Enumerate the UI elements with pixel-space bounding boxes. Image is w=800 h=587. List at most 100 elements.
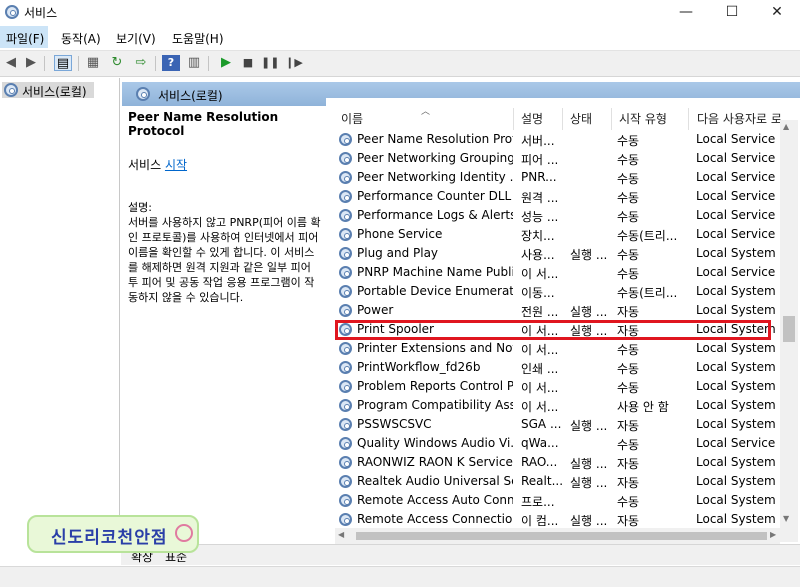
column-status[interactable]: 상태 xyxy=(570,110,592,127)
service-name: Realtek Audio Universal Ser... xyxy=(357,474,513,488)
properties-icon[interactable]: ▦ xyxy=(84,55,102,71)
service-row[interactable]: Peer Networking Identity ... PNR... 수동 Loca… xyxy=(337,168,777,187)
service-row[interactable]: RAONWIZ RAON K Service RAO... 실행 ... 자동 Loca… xyxy=(337,453,777,472)
service-row[interactable]: PrintWorkflow_fd26b 인쇄 ... 수동 Local System xyxy=(337,358,777,377)
scroll-right-icon[interactable]: ▶ xyxy=(770,530,776,539)
service-gear-icon xyxy=(339,209,352,222)
service-row[interactable]: Problem Reports Control P... 이 서... 수동 Loca… xyxy=(337,377,777,396)
show-console-tree-icon[interactable]: ▤ xyxy=(54,55,72,71)
service-description: 이 서... xyxy=(521,343,559,357)
start-service-line: 서비스 시작 xyxy=(128,156,324,173)
service-startup-type: 수동 xyxy=(617,381,640,395)
forward-arrow-icon[interactable]: ▶ xyxy=(22,55,40,71)
service-row[interactable]: Power 전원 ... 실행 ... 자동 Local System xyxy=(337,301,777,320)
console-tree: 서비스(로컬) xyxy=(0,78,120,542)
service-logon-as: Local System xyxy=(696,512,776,526)
description-text: 서버를 사용하지 않고 PNRP(피어 이름 확인 프로토콜)를 사용하여 인터… xyxy=(128,216,321,304)
service-row[interactable]: Portable Device Enumerato... 이동... 수동(트리..… xyxy=(337,282,777,301)
service-row[interactable]: Phone Service 장치... 수동(트리... Local Service xyxy=(337,225,777,244)
service-row[interactable]: PSSWSCSVC SGA ... 실행 ... 자동 Local System xyxy=(337,415,777,434)
service-description: SGA ... xyxy=(521,417,562,431)
column-divider[interactable] xyxy=(688,108,689,130)
stop-service-icon[interactable]: ■ xyxy=(239,55,257,71)
maximize-button[interactable]: ☐ xyxy=(709,0,755,24)
scroll-up-icon[interactable]: ▲ xyxy=(783,122,789,131)
service-row[interactable]: Program Compatibility Assi... 이 서... 사용 안 … xyxy=(337,396,777,415)
service-gear-icon xyxy=(339,361,352,374)
service-row[interactable]: Peer Networking Grouping 피어 ... 수동 Local Se… xyxy=(337,149,777,168)
column-divider[interactable] xyxy=(611,108,612,130)
back-arrow-icon[interactable]: ◀ xyxy=(2,55,20,71)
menu-view[interactable]: 보기(V) xyxy=(116,30,156,47)
service-row[interactable]: Remote Access Auto Conn... 프로... 수동 Local S… xyxy=(337,491,777,510)
menu-action[interactable]: 동작(A) xyxy=(61,30,101,47)
tree-item-services-local[interactable]: 서비스(로컬) xyxy=(2,82,94,99)
horizontal-scroll-thumb[interactable] xyxy=(356,532,767,540)
service-logon-as: Local Service xyxy=(696,227,776,241)
service-description: PNR... xyxy=(521,170,557,184)
service-gear-icon xyxy=(339,475,352,488)
service-description: 성능 ... xyxy=(521,210,559,224)
start-prefix: 서비스 xyxy=(128,158,165,172)
service-gear-icon xyxy=(339,418,352,431)
service-name: Phone Service xyxy=(357,227,443,241)
column-name[interactable]: 이름 xyxy=(341,110,363,127)
column-description[interactable]: 설명 xyxy=(521,110,543,127)
service-row[interactable]: Peer Name Resolution Prot... 서버... 수동 Local… xyxy=(337,130,777,149)
service-logon-as: Local Service xyxy=(696,208,776,222)
scroll-down-icon[interactable]: ▼ xyxy=(783,514,789,523)
store-watermark-badge: 신도리코천안점 xyxy=(27,515,199,553)
service-name: Program Compatibility Assi... xyxy=(357,398,513,412)
restart-service-icon[interactable]: ❙▶ xyxy=(285,55,303,71)
start-service-link[interactable]: 시작 xyxy=(165,158,187,172)
service-name: Power xyxy=(357,303,394,317)
service-name: Plug and Play xyxy=(357,246,439,260)
view-tabs: 확장 표준 xyxy=(121,544,800,565)
service-row[interactable]: Plug and Play 사용... 실행 ... 수동 Local System xyxy=(337,244,777,263)
pause-service-icon[interactable]: ❚❚ xyxy=(261,55,279,71)
minimize-button[interactable]: — xyxy=(663,0,709,24)
column-startup-type[interactable]: 시작 유형 xyxy=(619,110,667,127)
service-logon-as: Local System xyxy=(696,360,776,374)
service-startup-type: 자동 xyxy=(617,419,640,433)
service-row[interactable]: Printer Extensions and Noti... 이 서... 수동 Lo… xyxy=(337,339,777,358)
column-divider[interactable] xyxy=(562,108,563,130)
close-button[interactable]: ✕ xyxy=(754,0,800,24)
menu-help[interactable]: 도움말(H) xyxy=(172,30,224,47)
service-logon-as: Local Service xyxy=(696,151,776,165)
service-gear-icon xyxy=(339,247,352,260)
service-logon-as: Local System xyxy=(696,455,776,469)
export-list-icon[interactable]: ⇨ xyxy=(132,55,150,71)
service-row[interactable]: PNRP Machine Name Publi... 이 서... 수동 Local … xyxy=(337,263,777,282)
column-logon-as[interactable]: 다음 사용자로 로 xyxy=(697,110,782,127)
service-description: 피어 ... xyxy=(521,153,559,167)
service-row[interactable]: Remote Access Connection... 이 컴... 실행 ... 자… xyxy=(337,510,777,529)
service-row[interactable]: Performance Logs & Alerts 성능 ... 수동 Local S… xyxy=(337,206,777,225)
service-name: Performance Counter DLL ... xyxy=(357,189,513,203)
scroll-left-icon[interactable]: ◀ xyxy=(338,530,344,539)
service-row[interactable]: Quality Windows Audio Vi... qWa... 수동 Local… xyxy=(337,434,777,453)
menu-file[interactable]: 파일(F) xyxy=(6,30,44,47)
start-service-icon[interactable]: ▶ xyxy=(217,55,235,71)
service-gear-icon xyxy=(339,190,352,203)
service-status: 실행 ... xyxy=(570,457,608,471)
service-gear-icon xyxy=(339,133,352,146)
column-divider[interactable] xyxy=(513,108,514,130)
toolbar-separator xyxy=(44,56,45,71)
refresh-icon[interactable]: ↻ xyxy=(108,55,126,71)
action-pane-icon[interactable]: ▥ xyxy=(185,55,203,71)
service-description: 이 컴... xyxy=(521,514,559,528)
vertical-scroll-thumb[interactable] xyxy=(783,316,795,342)
toolbar-separator xyxy=(155,56,156,71)
service-description: 사용... xyxy=(521,248,555,262)
help-icon[interactable]: ? xyxy=(162,55,180,71)
service-name: PrintWorkflow_fd26b xyxy=(357,360,481,374)
service-gear-icon xyxy=(339,342,352,355)
service-name: Problem Reports Control P... xyxy=(357,379,513,393)
service-gear-icon xyxy=(339,304,352,317)
service-gear-icon xyxy=(339,171,352,184)
service-row[interactable]: Realtek Audio Universal Ser... Realt... 실행… xyxy=(337,472,777,491)
services-app-icon xyxy=(5,5,19,19)
service-name: RAONWIZ RAON K Service xyxy=(357,455,513,469)
service-row[interactable]: Performance Counter DLL ... 원격 ... 수동 Local… xyxy=(337,187,777,206)
